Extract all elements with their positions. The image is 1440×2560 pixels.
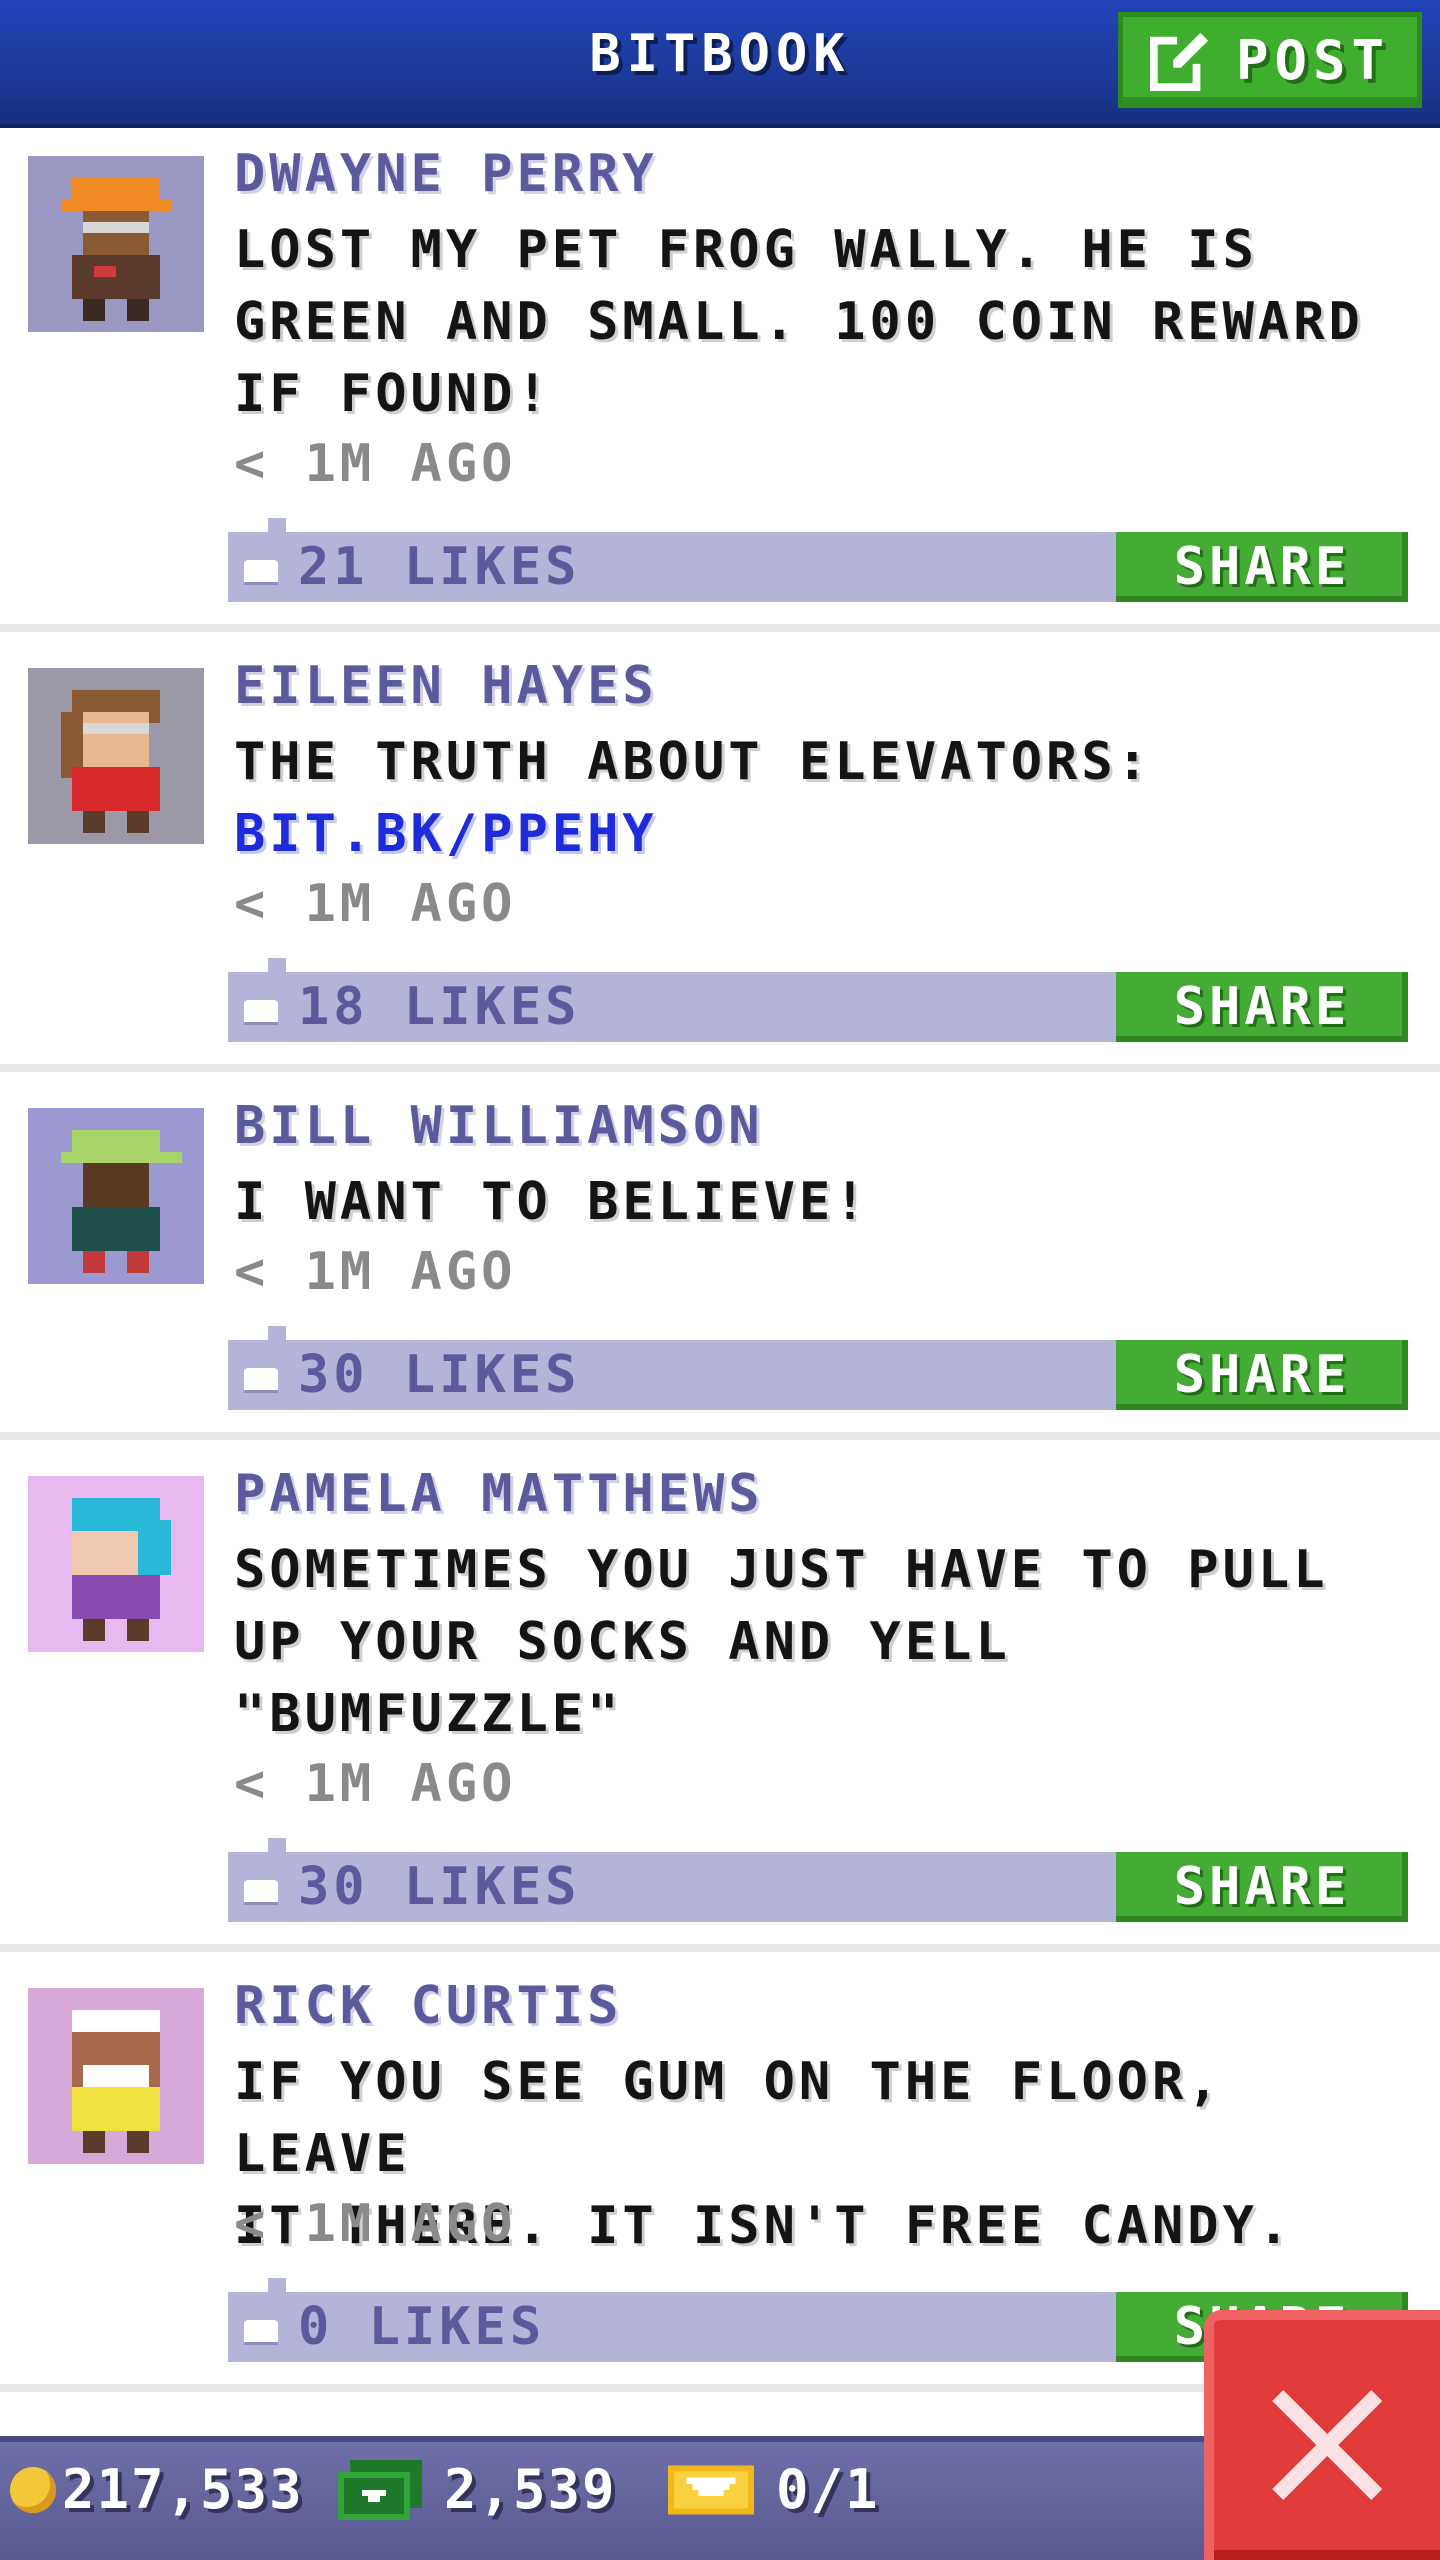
close-icon <box>1272 2390 1382 2500</box>
like-count: 0 LIKES <box>298 2297 546 2357</box>
bux-count: 2,539 <box>444 2458 617 2521</box>
avatar[interactable] <box>28 1108 204 1284</box>
like-button[interactable]: 30 LIKES <box>244 1854 580 1920</box>
bux-stat[interactable]: 2,539 <box>338 2458 617 2521</box>
thumbs-up-icon <box>244 1000 278 1022</box>
post-time: < 1M AGO <box>234 2194 517 2254</box>
like-bar: 21 LIKES SHARE <box>228 518 1408 602</box>
post-link[interactable]: BIT.BK/PPEHY <box>234 798 1414 870</box>
coin-count: 217,533 <box>62 2458 304 2521</box>
thumbs-up-icon <box>244 1368 278 1390</box>
coins-stat: 217,533 <box>10 2458 304 2521</box>
post-author[interactable]: EILEEN HAYES <box>234 656 658 716</box>
avatar[interactable] <box>28 1476 204 1652</box>
like-bar: 30 LIKES SHARE <box>228 1838 1408 1922</box>
thumbs-up-icon <box>244 560 278 582</box>
like-count: 30 LIKES <box>298 1857 581 1917</box>
post-author[interactable]: PAMELA MATTHEWS <box>234 1464 764 1524</box>
post-message: I WANT TO BELIEVE! <box>234 1172 870 1232</box>
share-button[interactable]: SHARE <box>1116 1340 1408 1410</box>
avatar[interactable] <box>28 156 204 332</box>
post-author[interactable]: RICK CURTIS <box>234 1976 622 2036</box>
vip-stat[interactable]: 0/1 <box>668 2458 880 2521</box>
divider <box>0 1944 1440 1952</box>
share-button[interactable]: SHARE <box>1116 972 1408 1042</box>
like-bar: 30 LIKES SHARE <box>228 1326 1408 1410</box>
post-author[interactable]: BILL WILLIAMSON <box>234 1096 764 1156</box>
like-button[interactable]: 30 LIKES <box>244 1342 580 1408</box>
like-button[interactable]: 0 LIKES <box>244 2294 545 2360</box>
vip-ticket-icon <box>668 2464 754 2515</box>
bux-icon <box>338 2459 422 2520</box>
post-button[interactable]: POST <box>1118 12 1422 108</box>
avatar[interactable] <box>28 1988 204 2164</box>
post-time: < 1M AGO <box>234 1754 517 1814</box>
post-message: LOST MY PET FROG WALLY. HE IS GREEN AND … <box>234 220 1364 424</box>
post-message: SOMETIMES YOU JUST HAVE TO PULL UP YOUR … <box>234 1540 1329 1744</box>
share-button[interactable]: SHARE <box>1116 1852 1408 1922</box>
post-time: < 1M AGO <box>234 874 517 934</box>
like-bar: 18 LIKES SHARE <box>228 958 1408 1042</box>
post-author[interactable]: DWAYNE PERRY <box>234 144 658 204</box>
post-time: < 1M AGO <box>234 1242 517 1302</box>
avatar[interactable] <box>28 668 204 844</box>
like-count: 18 LIKES <box>298 977 581 1037</box>
like-button[interactable]: 18 LIKES <box>244 974 580 1040</box>
edit-icon <box>1149 32 1209 91</box>
thumbs-up-icon <box>244 1880 278 1902</box>
share-button[interactable]: SHARE <box>1116 532 1408 602</box>
like-button[interactable]: 21 LIKES <box>244 534 580 600</box>
coin-icon <box>10 2466 56 2513</box>
divider <box>0 624 1440 632</box>
app-header: BITBOOK POST <box>0 0 1440 128</box>
like-count: 30 LIKES <box>298 1345 581 1405</box>
divider <box>0 1064 1440 1072</box>
post-time: < 1M AGO <box>234 434 517 494</box>
thumbs-up-icon <box>244 2320 278 2342</box>
vip-count: 0/1 <box>776 2458 880 2521</box>
like-count: 21 LIKES <box>298 537 581 597</box>
post-button-label: POST <box>1235 28 1391 92</box>
post-message: THE TRUTH ABOUT ELEVATORS: BIT.BK/PPEHY <box>234 726 1414 870</box>
divider <box>0 1432 1440 1440</box>
close-button[interactable] <box>1204 2310 1440 2560</box>
